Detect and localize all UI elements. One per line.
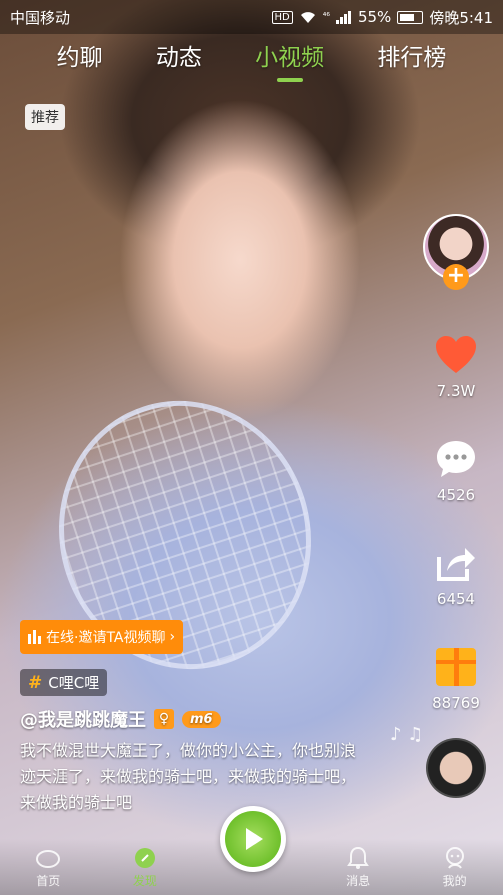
invite-label: 在线·邀请TA视频聊 bbox=[46, 630, 166, 646]
top-tabs: 约聊 动态 小视频 排行榜 bbox=[0, 38, 503, 82]
level-badge: m6 bbox=[182, 710, 221, 728]
play-icon bbox=[246, 828, 263, 850]
nav-messages-label: 消息 bbox=[346, 874, 371, 888]
topic-tag[interactable]: # C哩C哩 bbox=[20, 669, 108, 696]
gift-action[interactable]: 88769 bbox=[423, 644, 489, 712]
nav-profile[interactable]: 我的 bbox=[425, 846, 485, 889]
music-disc[interactable] bbox=[426, 738, 486, 798]
carrier-label: 中国移动 bbox=[10, 8, 71, 27]
signal-icon bbox=[335, 10, 351, 24]
bar-signal-icon bbox=[28, 630, 41, 644]
hashtag-icon: # bbox=[28, 672, 43, 693]
video-description: 我不做混世大魔王了，做你的小公主，你也别浪迹天涯了，来做我的骑士吧，来做我的骑士… bbox=[20, 741, 357, 812]
hd-badge: HD bbox=[271, 10, 293, 24]
share-count: 6454 bbox=[436, 590, 476, 608]
like-count: 7.3W bbox=[436, 382, 476, 400]
nav-discover-label: 发现 bbox=[132, 874, 157, 888]
nav-home[interactable]: 首页 bbox=[18, 846, 78, 889]
music-note-icon: ♪ ♫ bbox=[390, 724, 424, 745]
wifi-icon bbox=[300, 12, 315, 23]
nav-home-label: 首页 bbox=[36, 874, 61, 888]
nav-profile-label: 我的 bbox=[442, 874, 467, 888]
share-action[interactable]: 6454 bbox=[423, 540, 489, 608]
follow-button[interactable]: + bbox=[443, 264, 469, 290]
comment-icon[interactable] bbox=[435, 439, 477, 479]
record-video-button[interactable] bbox=[220, 806, 286, 872]
comment-action[interactable]: 4526 bbox=[423, 436, 489, 504]
tab-leaderboard[interactable]: 排行榜 bbox=[377, 38, 446, 82]
discover-icon bbox=[134, 848, 155, 868]
chevron-right-icon: › bbox=[169, 629, 176, 645]
home-icon bbox=[36, 850, 61, 868]
topic-label: C哩C哩 bbox=[48, 674, 100, 692]
comment-count: 4526 bbox=[436, 486, 476, 504]
female-icon: ♀ bbox=[154, 709, 174, 729]
tab-short-video[interactable]: 小视频 bbox=[255, 38, 324, 82]
nav-discover[interactable]: 发现 bbox=[115, 846, 175, 889]
status-bar: 中国移动 HD ⁴⁶ 55% 傍晚5:41 bbox=[0, 0, 503, 34]
network-type-label: ⁴⁶ bbox=[322, 12, 330, 22]
author-handle[interactable]: @我是跳跳魔王 bbox=[20, 706, 146, 732]
status-icons: HD ⁴⁶ 55% 傍晚5:41 bbox=[271, 7, 493, 28]
author-line: @我是跳跳魔王 ♀ m6 bbox=[20, 706, 221, 732]
gift-icon[interactable] bbox=[436, 648, 476, 686]
like-action[interactable]: 7.3W bbox=[423, 332, 489, 400]
invite-video-chat-button[interactable]: 在线·邀请TA视频聊 › bbox=[20, 620, 184, 654]
recommend-badge: 推荐 bbox=[25, 104, 65, 130]
heart-icon[interactable] bbox=[434, 335, 478, 375]
battery-icon bbox=[397, 10, 424, 24]
tab-dongtai[interactable]: 动态 bbox=[156, 38, 202, 82]
clock: 傍晚5:41 bbox=[429, 8, 493, 27]
profile-icon bbox=[445, 847, 464, 869]
author-avatar[interactable]: + bbox=[423, 214, 489, 290]
gift-count: 88769 bbox=[432, 694, 480, 712]
battery-percent: 55% bbox=[357, 8, 392, 26]
tab-yueliao[interactable]: 约聊 bbox=[57, 38, 103, 82]
share-icon[interactable] bbox=[435, 543, 477, 583]
nav-messages[interactable]: 消息 bbox=[328, 846, 388, 889]
bell-icon bbox=[347, 846, 369, 869]
action-rail: + 7.3W 4526 6454 88769 bbox=[423, 214, 489, 712]
